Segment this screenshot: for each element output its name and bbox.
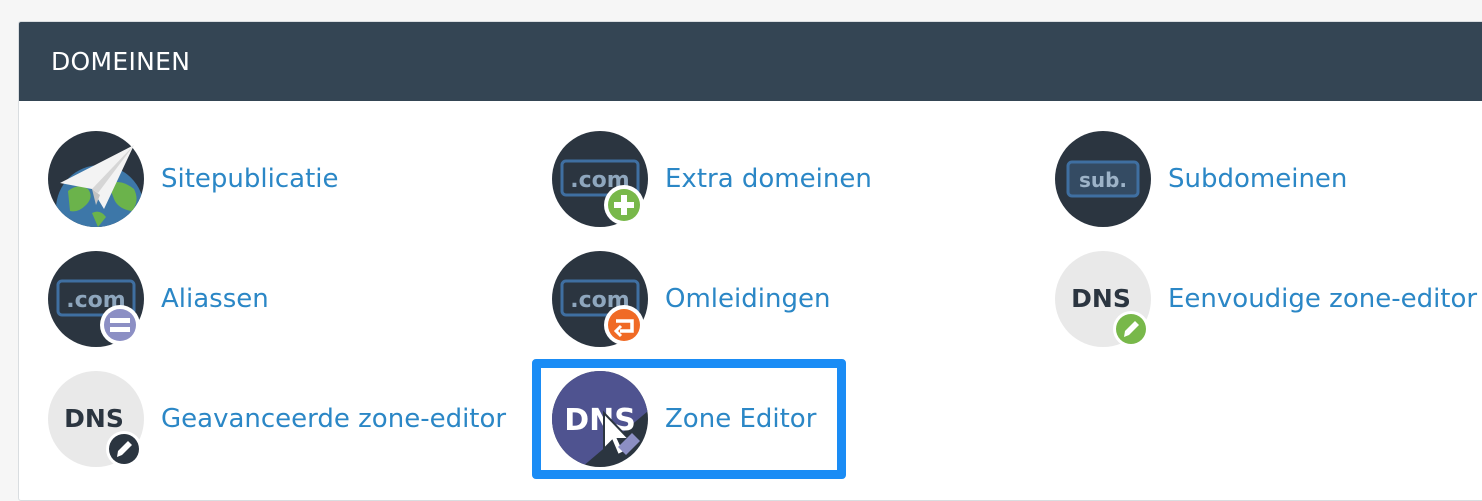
- item-label: Omleidingen: [665, 284, 831, 314]
- item-sitepublicatie[interactable]: Sitepublicatie: [48, 131, 339, 227]
- dotcom-redirect-icon: .com: [552, 251, 648, 347]
- dns-pencil-dark-icon: DNS: [48, 371, 144, 467]
- item-eenvoudige-zone-editor[interactable]: DNS Eenvoudige zone-editor: [1055, 251, 1477, 347]
- item-zone-editor[interactable]: DNS Zone Editor: [552, 371, 816, 467]
- item-label: Subdomeinen: [1168, 164, 1348, 194]
- paper-plane-globe-icon: [48, 131, 144, 227]
- dotcom-add-icon: .com: [552, 131, 648, 227]
- item-extra-domeinen[interactable]: .com Extra domeinen: [552, 131, 872, 227]
- item-label: Geavanceerde zone-editor: [161, 404, 507, 434]
- svg-text:DNS: DNS: [64, 404, 124, 433]
- panel-header: DOMEINEN: [19, 22, 1482, 101]
- item-label: Extra domeinen: [665, 164, 872, 194]
- item-label: Sitepublicatie: [161, 164, 339, 194]
- item-omleidingen[interactable]: .com Omleidingen: [552, 251, 830, 347]
- item-label: Aliassen: [161, 284, 269, 314]
- svg-text:DNS: DNS: [1071, 284, 1131, 313]
- svg-text:DNS: DNS: [564, 403, 636, 438]
- item-label: Eenvoudige zone-editor: [1168, 284, 1478, 314]
- item-aliassen[interactable]: .com Aliassen: [48, 251, 269, 347]
- section-title: DOMEINEN: [51, 47, 191, 76]
- subdomain-icon: sub.: [1055, 131, 1151, 227]
- dns-cursor-icon: DNS: [552, 371, 648, 467]
- item-subdomeinen[interactable]: sub. Subdomeinen: [1055, 131, 1347, 227]
- dotcom-equals-icon: .com: [48, 251, 144, 347]
- item-label: Zone Editor: [665, 404, 817, 434]
- domains-panel: DOMEINEN Sitepublicatie .com Extra domei…: [18, 21, 1482, 501]
- dns-pencil-green-icon: DNS: [1055, 251, 1151, 347]
- svg-text:sub.: sub.: [1079, 168, 1127, 192]
- item-geavanceerde-zone-editor[interactable]: DNS Geavanceerde zone-editor: [48, 371, 506, 467]
